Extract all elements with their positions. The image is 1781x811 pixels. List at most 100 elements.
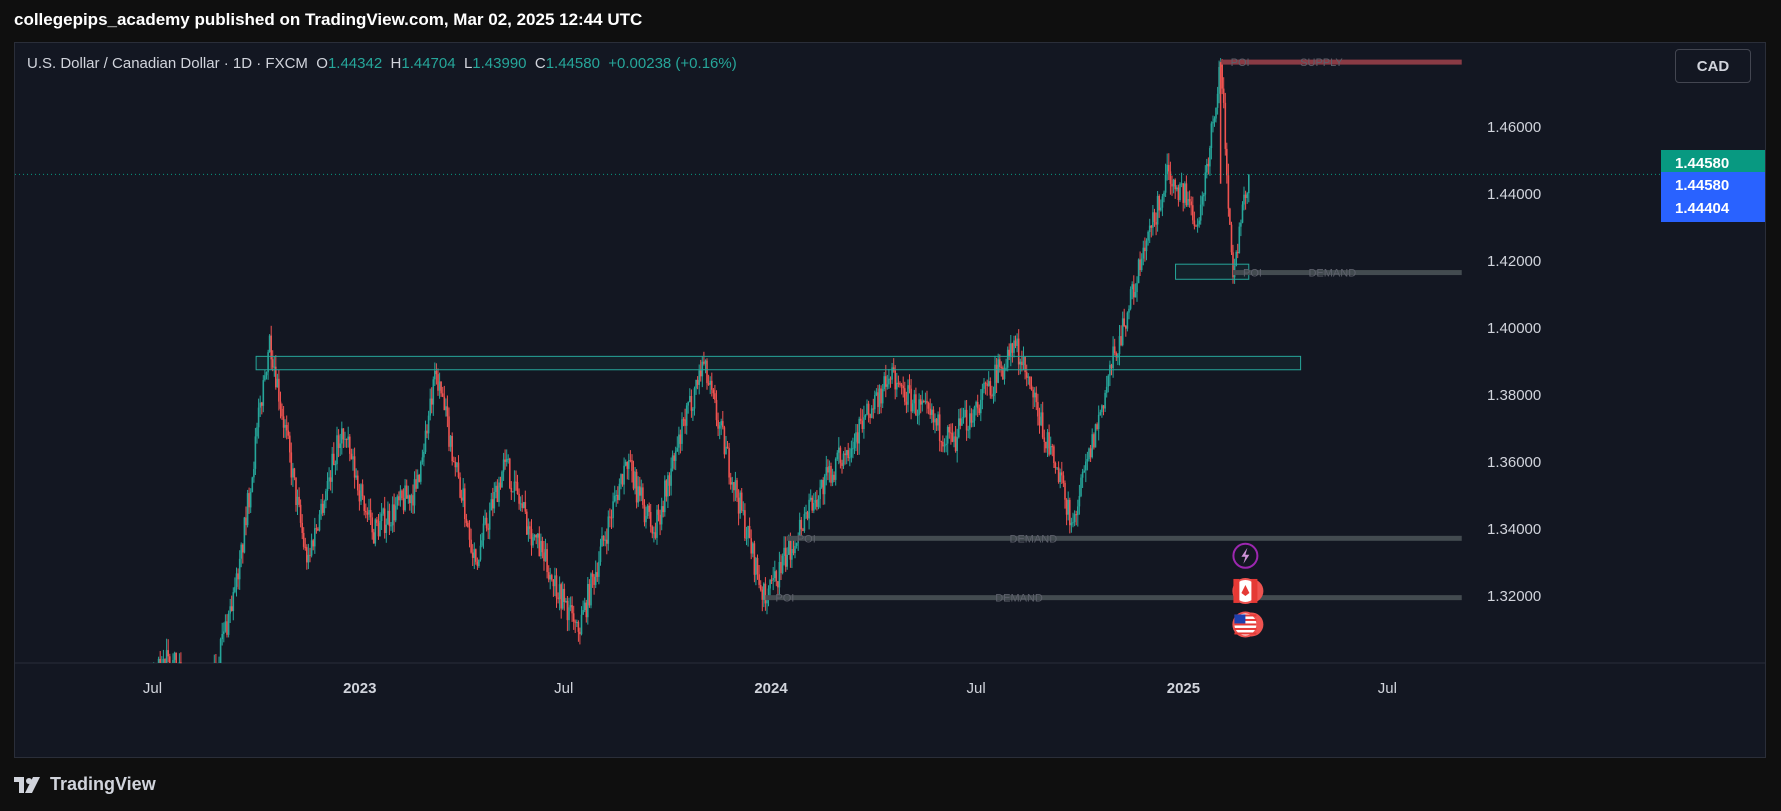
demand-zone-line[interactable] [765,595,1462,601]
candle-body [509,458,511,488]
candle-body [299,504,302,523]
candle-body [401,490,403,499]
candle-body [574,621,576,623]
candle-body [309,554,311,556]
candle-body [546,549,548,573]
candle-body [555,575,558,598]
candle-body [504,459,506,462]
candle-body [610,517,613,519]
candle-body [1142,247,1145,259]
candle-body [178,662,181,664]
candle-body [398,496,400,501]
candle-body [558,584,561,600]
candle-body [849,457,851,459]
candle-body [830,466,832,483]
y-tick-label: 1.40000 [1487,320,1541,337]
candle-body [358,490,361,502]
candle-body [1078,496,1081,507]
y-tick-label: 1.34000 [1487,521,1541,538]
poi-label: POI [1231,57,1250,69]
demand-zone-line[interactable] [786,535,1462,541]
candle-body [376,519,378,523]
candle-body [904,388,906,402]
candle-body [870,408,873,418]
candle-body [1133,284,1135,298]
currency-button[interactable]: CAD [1675,49,1751,83]
candle-body [451,436,453,462]
candle-body [668,475,671,486]
candle-body [620,474,622,484]
candle-body [157,658,160,663]
candle-body [254,436,257,469]
candle-body [687,402,689,406]
candle-body [536,533,539,538]
candle-body [1147,231,1149,241]
candle-body [470,539,472,553]
y-tick-label: 1.32000 [1487,588,1541,605]
candle-body [602,535,605,541]
candle-body [692,408,694,411]
candle-body [1155,222,1157,225]
resistance-box[interactable] [255,355,1302,371]
candle-body [926,401,928,404]
candle-body [665,480,668,497]
candle-body [238,558,241,580]
candle-body [1013,340,1015,353]
candle-body [481,540,483,546]
candle-body [1085,461,1087,471]
candle-body [1040,412,1042,426]
x-tick-label: Jul [554,680,573,697]
candle-body [1045,442,1047,449]
chart-panel[interactable]: POI SUPPLY POI DEMAND POI DEMAND POI DEMAND 1.32… [14,42,1766,758]
candle-body [991,395,993,397]
candle-body [302,533,305,547]
price-chart[interactable]: POI SUPPLY POI DEMAND POI DEMAND POI DEMAND 1.32… [15,43,1765,757]
candle-body [1195,225,1197,227]
candle-body [1204,172,1207,195]
candle-body [649,512,652,527]
candle-body [659,514,661,525]
candle-body [434,370,436,380]
candle-body [279,401,282,409]
candle-body [493,492,496,509]
candle-body [731,482,734,485]
candle-body [831,474,834,483]
candle-body [802,529,804,531]
candle-body [270,335,272,360]
candle-body [366,512,369,515]
candle-body [1134,292,1137,298]
candle-body [412,495,414,506]
candle-body [1096,424,1098,429]
candle-body [956,437,958,451]
candle-body [711,380,713,390]
candle-body [1160,207,1162,211]
candle-body [969,413,971,430]
candle-body [696,379,699,385]
candle-body [522,502,525,508]
candle-body [689,396,691,403]
candle-body [1089,448,1092,458]
candle-body [822,479,824,495]
candle-body [487,528,489,530]
candle-body [1101,405,1103,413]
candle-body [175,652,177,663]
candle-body [670,468,672,486]
candle-body [621,474,624,485]
candle-body [1136,283,1138,292]
candle-body [759,585,762,590]
candle-body [755,558,757,575]
candle-body [1051,446,1054,448]
candle-body [783,547,785,556]
candle-body [1120,336,1122,346]
candle-body [571,605,573,614]
candle-body [989,381,992,396]
candle-body [449,436,452,447]
candle-body [819,487,821,499]
candle-body [761,589,764,600]
candle-body [331,453,333,482]
candle-body [980,399,982,414]
candle-body [1207,163,1210,167]
candle-body [284,425,286,428]
candle-body [402,498,405,511]
candle-body [803,513,806,531]
